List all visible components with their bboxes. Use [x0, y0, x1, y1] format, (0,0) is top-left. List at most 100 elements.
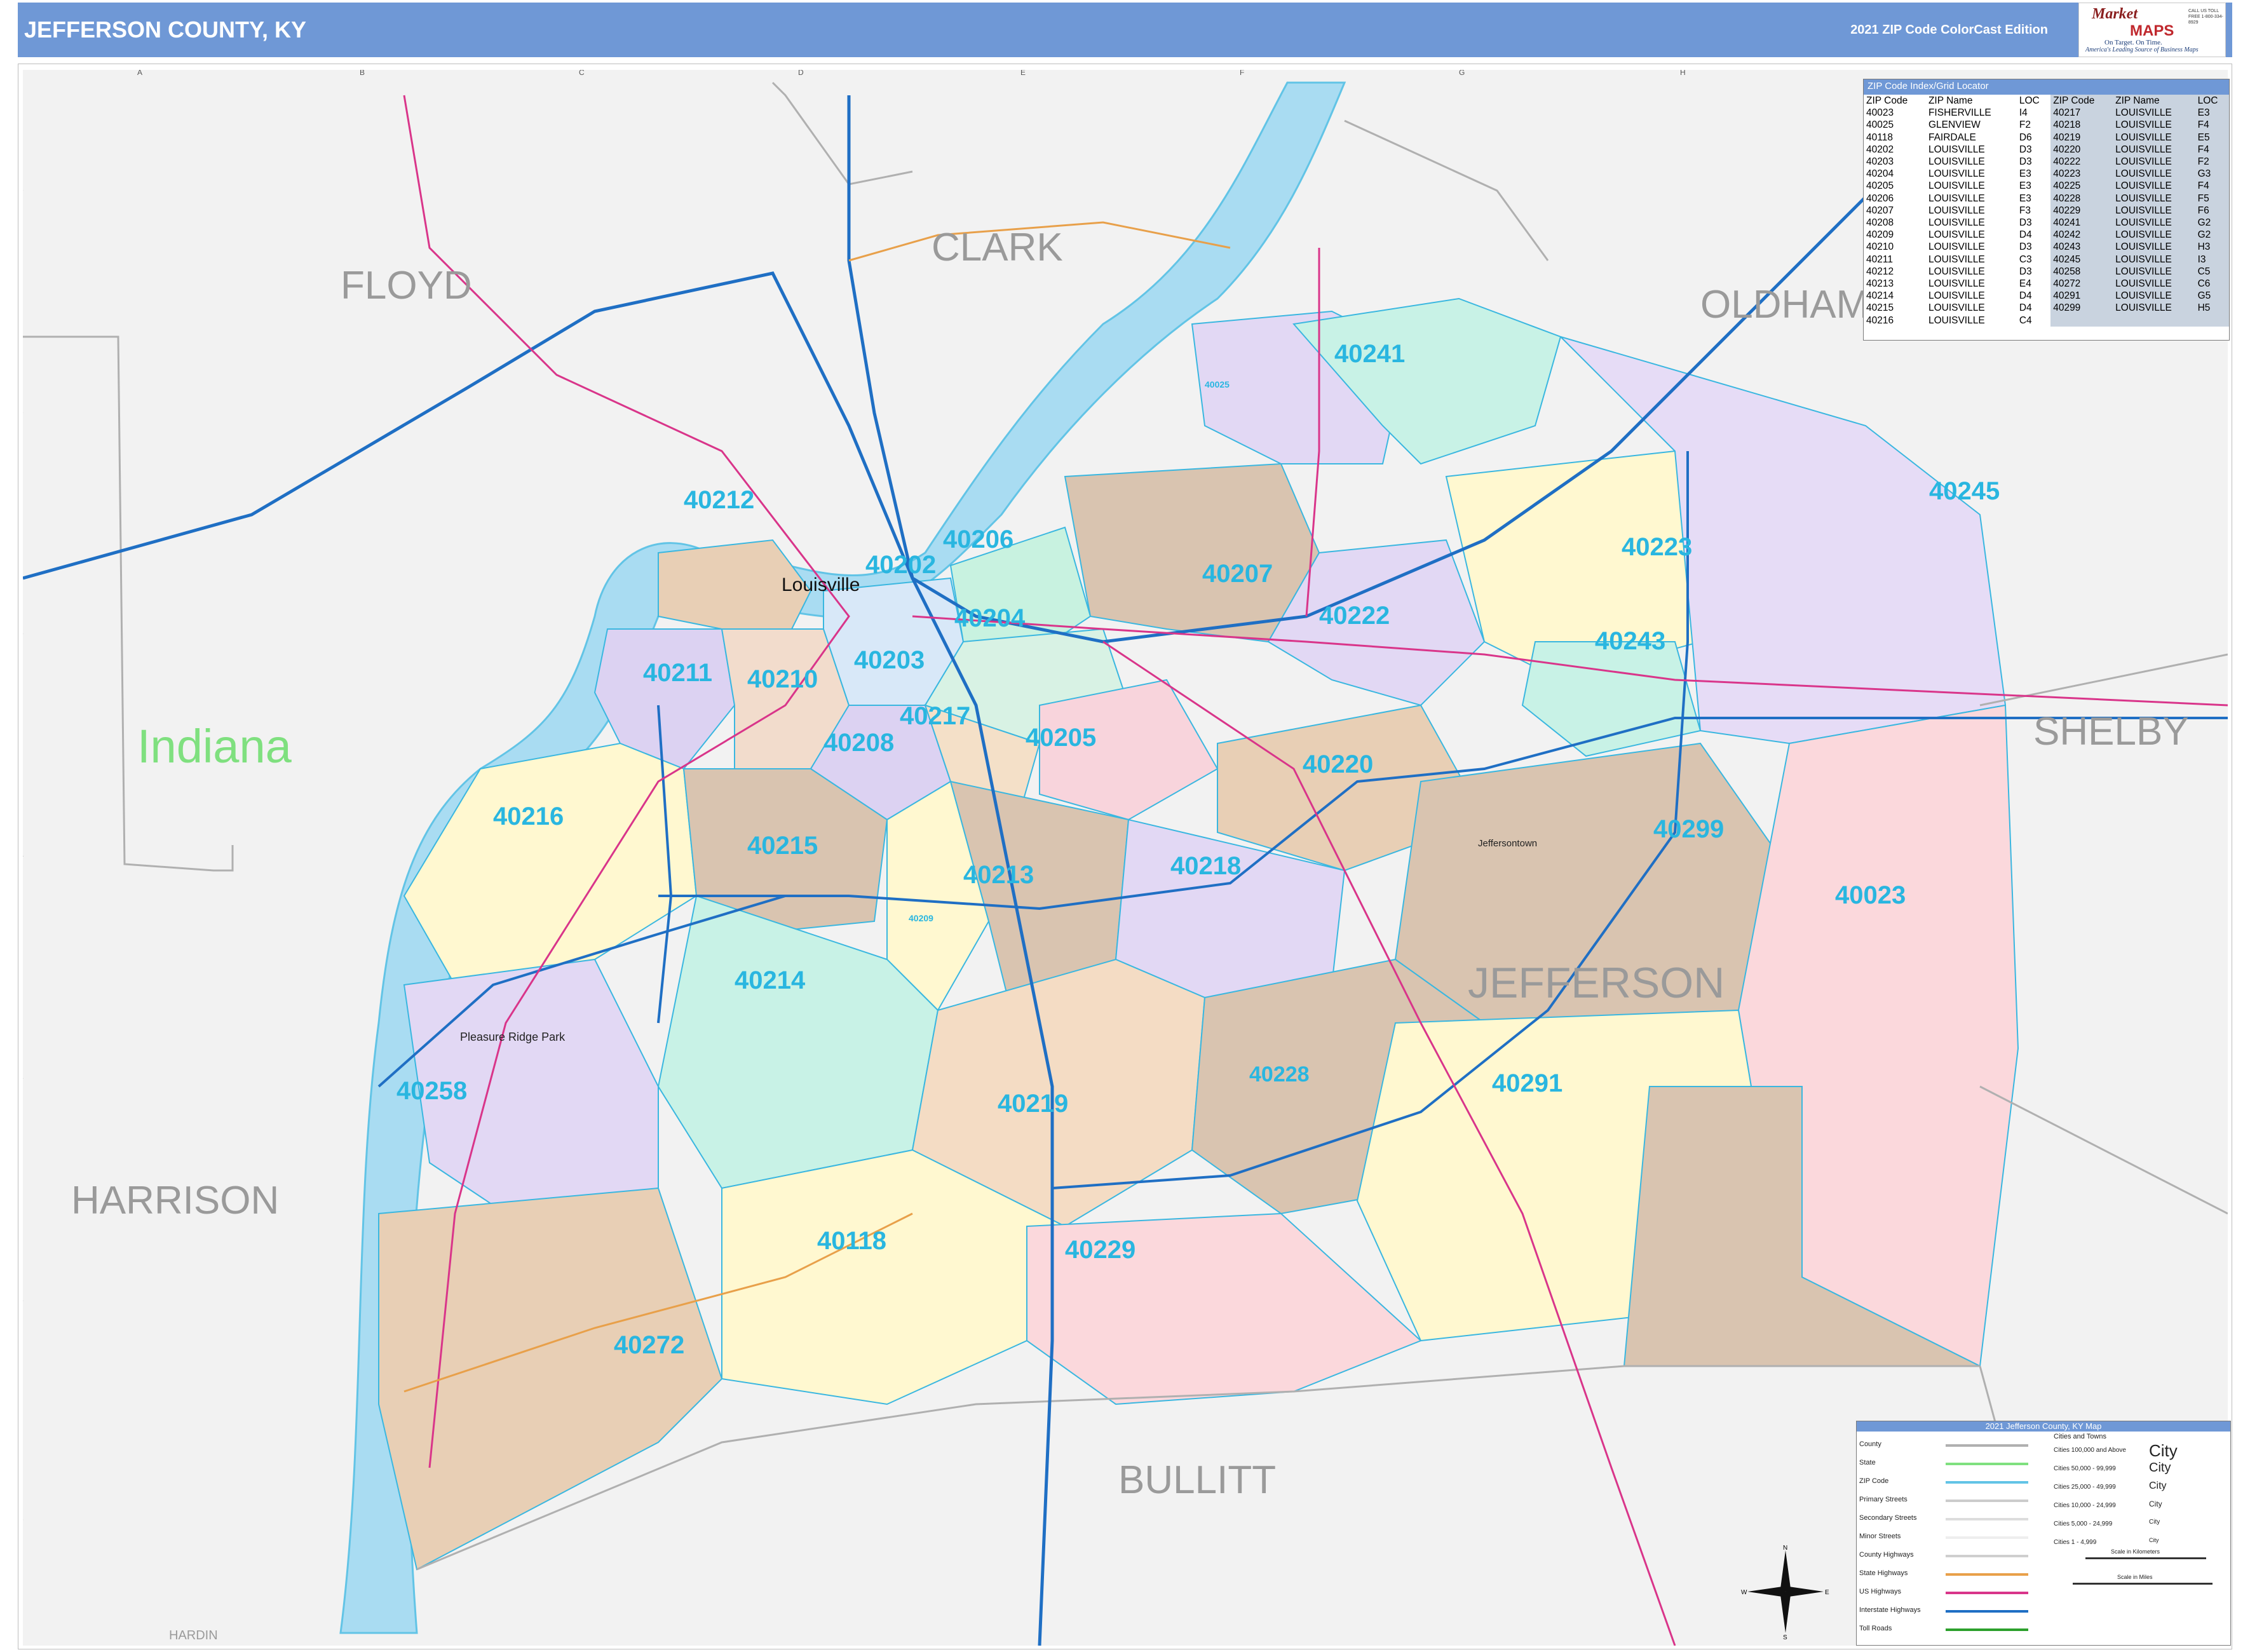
zip-index-row: 40202 LOUISVILLE D3 40220 LOUISVILLE F4 [1864, 143, 2229, 156]
zip-label-40210: 40210 [747, 665, 818, 693]
zip-index-cell: G2 [2195, 217, 2229, 229]
county-label-bullitt: BULLITT [1118, 1458, 1276, 1502]
zip-index-cell: LOUISVILLE [2113, 290, 2195, 302]
zip-index-header: LOC [2195, 95, 2229, 107]
zip-label-40212: 40212 [684, 486, 754, 514]
zip-index-cell: G3 [2195, 168, 2229, 180]
legend-city-sample: City [2149, 1518, 2160, 1526]
zip-index-cell: D4 [2019, 302, 2032, 314]
legend-scale-km: Scale in Kilometers [2111, 1548, 2160, 1555]
zip-index-cell: D3 [2019, 156, 2032, 168]
zip-index-cell: 40241 [2050, 217, 2113, 229]
zip-index-cell: LOUISVILLE [1928, 168, 1985, 180]
zip-index-cell: FISHERVILLE [1928, 107, 1991, 119]
zip-index-cell: C3 [2019, 254, 2032, 265]
zip-index-row: 40205 LOUISVILLE E3 40225 LOUISVILLE F4 [1864, 180, 2229, 193]
legend-city-sample: City [2149, 1537, 2159, 1543]
county-label-oldham: OLDHAM [1700, 283, 1869, 327]
zip-index-cell: 40291 [2050, 290, 2113, 302]
legend-item-label: Interstate Highways [1859, 1606, 1921, 1614]
zip-label-40217: 40217 [900, 702, 970, 730]
zip-index-cell: 40202 [1866, 144, 1894, 155]
map-title: JEFFERSON COUNTY, KY [24, 17, 307, 43]
zip-area-40207[interactable] [1064, 463, 1320, 643]
zip-index-cell: E3 [2019, 180, 2031, 192]
zip-index-cell: LOUISVILLE [2113, 302, 2195, 315]
zip-label-40214: 40214 [735, 966, 806, 994]
zip-index-cell: LOUISVILLE [1928, 144, 1985, 155]
compass-n-label: N [1783, 1545, 1787, 1552]
zip-index-cell: C4 [2019, 315, 2032, 326]
zip-index-cell: LOUISVILLE [1928, 290, 1985, 302]
zip-index-cell: 40210 [1866, 241, 1894, 253]
zip-label-40204: 40204 [954, 604, 1026, 632]
zip-index-cell: FAIRDALE [1928, 132, 1976, 143]
zip-index-cell: C6 [2195, 278, 2229, 290]
legend-line-symbol [1946, 1518, 2028, 1520]
zip-index-cell: 40222 [2050, 156, 2113, 168]
zip-index-cell: I4 [2019, 107, 2028, 119]
zip-index-cell: LOUISVILLE [2113, 143, 2195, 156]
legend-item-label: County Highways [1859, 1551, 1914, 1559]
grid-col-F: F [1240, 70, 1244, 77]
grid-col-E: E [1020, 70, 1026, 77]
edition-label: 2021 ZIP Code ColorCast Edition [1850, 23, 2048, 37]
zip-index-cell: F4 [2195, 180, 2229, 193]
zip-index-cell: 40258 [2050, 265, 2113, 278]
zip-index-cell: LOUISVILLE [1928, 193, 1985, 204]
legend-city-class: Cities 1 - 4,999 [2054, 1539, 2097, 1546]
zip-index-cell: 40272 [2050, 278, 2113, 290]
compass-west-point [1747, 1587, 1786, 1597]
zip-index-row: 40206 LOUISVILLE E3 40228 LOUISVILLE F5 [1864, 192, 2229, 205]
legend-line-symbol [1946, 1481, 2028, 1484]
zip-index-row: 40211 LOUISVILLE C3 40245 LOUISVILLE I3 [1864, 253, 2229, 266]
zip-index-cell: E3 [2019, 193, 2031, 204]
grid-col-B: B [360, 70, 365, 77]
zip-index-cell: LOUISVILLE [2113, 253, 2195, 266]
zip-index-cell: LOUISVILLE [2113, 131, 2195, 144]
zip-index-row: 40208 LOUISVILLE D3 40241 LOUISVILLE G2 [1864, 217, 2229, 229]
legend-item-label: Secondary Streets [1859, 1514, 1917, 1522]
legend-item-label: County [1859, 1440, 1881, 1448]
zip-label-40223: 40223 [1622, 533, 1692, 561]
zip-index-cell: G2 [2195, 229, 2229, 241]
state-label-indiana: Indiana [137, 720, 292, 773]
zip-index-row: 40207 LOUISVILLE F3 40229 LOUISVILLE F6 [1864, 204, 2229, 217]
zip-index-cell: 40219 [2050, 131, 2113, 144]
zip-index-cell: E4 [2019, 278, 2031, 290]
zip-index-cell: LOUISVILLE [1928, 302, 1985, 314]
zip-label-40215: 40215 [747, 832, 818, 860]
zip-index-cell: E3 [2019, 168, 2031, 180]
logo-brand-bottom: MAPS [2130, 22, 2174, 39]
zip-index-row: 40118 FAIRDALE D6 40219 LOUISVILLE E5 [1864, 131, 2229, 144]
zip-index-cell [2050, 314, 2113, 327]
zip-label-40207: 40207 [1202, 560, 1273, 588]
zip-label-40202: 40202 [865, 551, 936, 579]
zip-index-cell: 40207 [1866, 205, 1894, 216]
zip-index-cell: 40242 [2050, 229, 2113, 241]
zip-index-cell: 40229 [2050, 204, 2113, 217]
legend-item-label: US Highways [1859, 1588, 1902, 1595]
zip-index-cell: 40206 [1866, 193, 1894, 204]
zip-index-cell: LOUISVILLE [2113, 192, 2195, 205]
zip-index-cell: D3 [2019, 144, 2032, 155]
zip-index-cell: 40220 [2050, 143, 2113, 156]
grid-col-G: G [1459, 70, 1465, 77]
zip-index-cell: E3 [2195, 107, 2229, 119]
zip-index-cell: LOUISVILLE [2113, 180, 2195, 193]
zip-index-cell: E5 [2195, 131, 2229, 144]
legend-line-symbol [1946, 1628, 2028, 1631]
zip-index-cell: LOUISVILLE [2113, 107, 2195, 119]
zip-label-40023: 40023 [1835, 881, 1906, 909]
zip-index-cell: LOUISVILLE [2113, 278, 2195, 290]
zip-index-row: 40215 LOUISVILLE D4 40299 LOUISVILLE H5 [1864, 302, 2229, 315]
zip-index-cell: 40211 [1866, 254, 1893, 265]
legend-item-label: Minor Streets [1859, 1533, 1901, 1540]
compass-rose: N E S W [1741, 1545, 1829, 1639]
legend-item-label: Toll Roads [1859, 1625, 1892, 1632]
zip-index-cell: 40243 [2050, 241, 2113, 254]
legend-line-symbol [1946, 1592, 2028, 1594]
legend-item-label: ZIP Code [1859, 1477, 1889, 1485]
zip-label-40118: 40118 [817, 1227, 886, 1255]
zip-index-cell: LOUISVILLE [2113, 119, 2195, 132]
